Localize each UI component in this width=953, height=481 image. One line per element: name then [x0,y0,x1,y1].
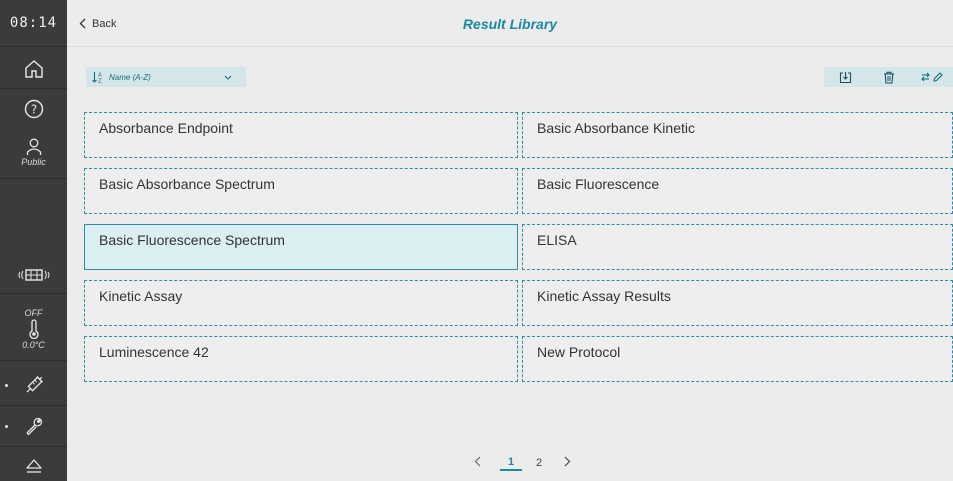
help-button[interactable]: ? [0,92,67,126]
protocol-name: Absorbance Endpoint [99,120,233,136]
trash-icon [883,71,894,84]
protocol-tile-selected[interactable]: Basic Fluorescence Spectrum [84,224,518,270]
wrench-icon [26,417,42,436]
protocol-tile[interactable]: Kinetic Assay Results [522,280,953,326]
protocol-tile[interactable]: New Protocol [522,336,953,382]
top-bar: Back Result Library [67,0,953,47]
user-label: Public [21,156,46,167]
pagination: 1 2 [460,453,584,473]
prev-page-button[interactable] [460,456,494,470]
eject-icon [25,458,42,473]
home-button[interactable] [0,50,67,88]
sort-dropdown[interactable]: AZ Name (A-Z) [86,67,246,87]
eject-button[interactable] [0,450,67,481]
protocol-tile[interactable]: Kinetic Assay [84,280,518,326]
chevron-left-icon [79,18,86,29]
user-icon [26,138,41,155]
protocol-name: Basic Fluorescence Spectrum [99,232,285,248]
export-icon [839,71,852,83]
sort-label: Name (A-Z) [109,72,151,82]
export-button[interactable] [824,67,867,87]
protocol-tile[interactable]: Absorbance Endpoint [84,112,518,158]
chevron-right-icon [564,456,570,467]
sidebar: 08:14 ? Public OFF 0.0°C [0,0,67,481]
protocol-name: Luminescence 42 [99,344,209,360]
plate-reader-button[interactable] [0,262,67,288]
swap-edit-icon [920,72,943,82]
back-button[interactable]: Back [79,0,116,47]
protocol-tile[interactable]: Basic Fluorescence [522,168,953,214]
user-button[interactable]: Public [0,130,67,174]
action-toolbar [824,67,953,87]
syringe-icon [26,376,43,393]
svg-text:Z: Z [98,79,102,84]
tools-button[interactable] [0,410,67,442]
page-1-button[interactable]: 1 [500,455,522,471]
protocol-name: Basic Fluorescence [537,176,660,192]
protocol-tile[interactable]: ELISA [522,224,953,270]
rename-button[interactable] [910,67,953,87]
protocol-name: New Protocol [537,344,621,360]
protocol-tile[interactable]: Luminescence 42 [84,336,518,382]
temperature-value: 0.0°C [22,339,45,350]
protocol-tile[interactable]: Basic Absorbance Spectrum [84,168,518,214]
back-label: Back [92,17,117,30]
svg-text:?: ? [30,103,36,117]
protocol-name: Kinetic Assay Results [537,288,671,304]
protocol-tile[interactable]: Basic Absorbance Kinetic [522,112,953,158]
chevron-down-icon [224,75,232,80]
delete-button[interactable] [867,67,910,87]
sort-az-icon: AZ [92,72,102,84]
protocol-name: ELISA [537,232,577,248]
home-icon [24,60,43,78]
page-2-button[interactable]: 2 [528,457,550,469]
page-title: Result Library [462,15,558,32]
next-page-button[interactable] [550,456,584,470]
plate-icon [18,269,49,281]
chevron-left-icon [474,456,480,467]
protocol-name: Basic Absorbance Kinetic [537,120,695,136]
protocol-name: Kinetic Assay [99,288,183,304]
temperature-state: OFF [24,307,43,318]
thermometer-icon [28,318,39,339]
dispenser-button[interactable] [0,368,67,402]
help-icon: ? [24,99,43,119]
temperature-button[interactable]: OFF 0.0°C [0,300,67,356]
clock: 08:14 [0,0,67,47]
protocol-name: Basic Absorbance Spectrum [99,176,275,192]
